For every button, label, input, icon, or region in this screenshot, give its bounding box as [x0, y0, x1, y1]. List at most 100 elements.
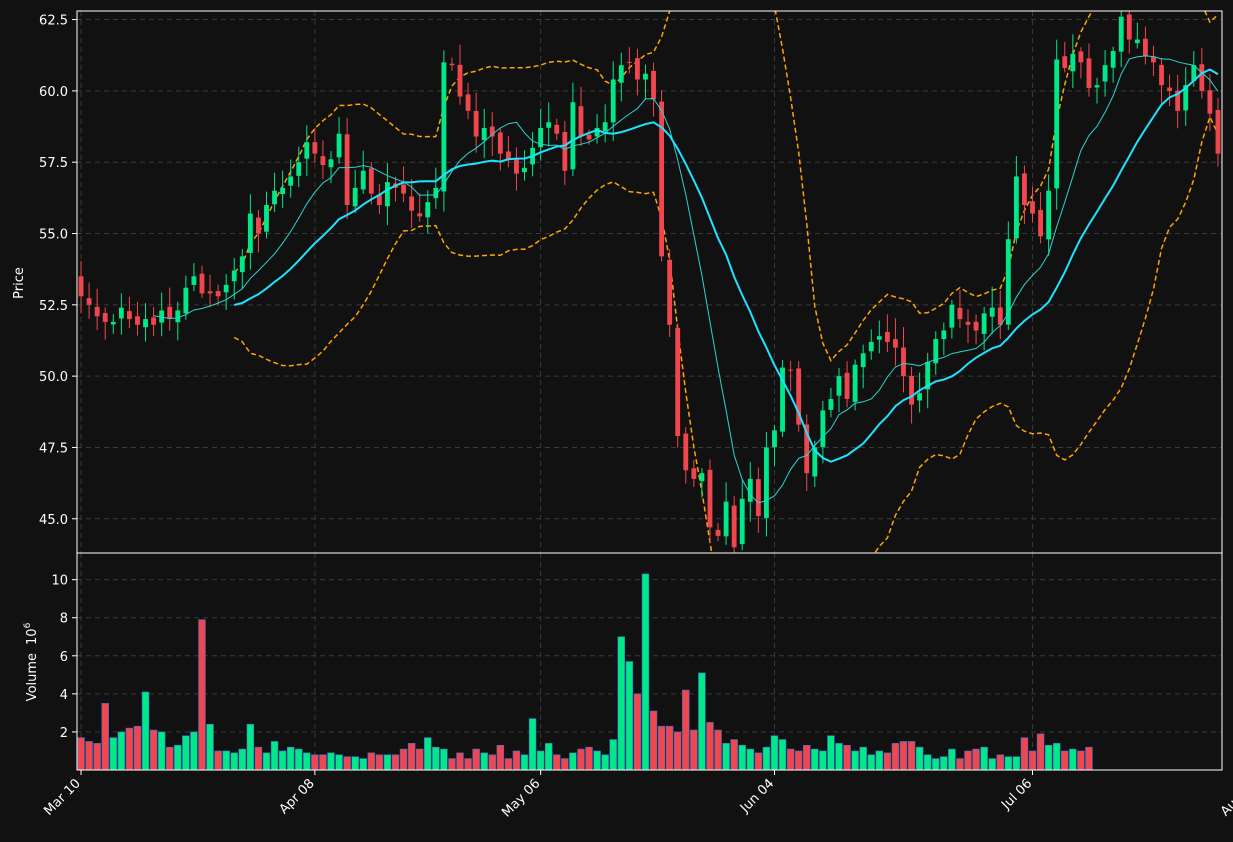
- candle-down: [675, 327, 681, 437]
- volume-bar: [415, 748, 424, 771]
- volume-bar: [827, 735, 835, 771]
- volume-bar: [77, 737, 85, 771]
- volume-bar: [536, 750, 545, 771]
- volume-bar: [480, 752, 488, 771]
- volume-bar: [762, 746, 771, 771]
- candle-up: [239, 256, 245, 273]
- candle-up: [110, 321, 116, 325]
- candle-down: [1215, 110, 1221, 154]
- volume-bar: [278, 750, 287, 771]
- volume-bar: [1052, 743, 1061, 771]
- candle-down: [465, 94, 471, 111]
- volume-bar: [867, 754, 875, 771]
- candle-up: [247, 213, 253, 253]
- candle-up: [360, 170, 366, 190]
- volume-bar: [585, 746, 593, 771]
- volume-bar: [262, 752, 271, 771]
- volume-axis-label-name: Volume: [25, 653, 40, 701]
- candle-up: [441, 62, 447, 192]
- candle-down: [94, 306, 100, 317]
- candle-down: [586, 134, 592, 140]
- volume-bar: [794, 750, 803, 771]
- candle-up: [1013, 176, 1019, 239]
- volume-bar: [819, 750, 827, 771]
- candle-up: [1102, 65, 1108, 82]
- candle-up: [143, 319, 148, 328]
- volume-bar: [448, 758, 456, 771]
- volume-bar: [851, 750, 859, 771]
- volume-bar: [456, 752, 464, 771]
- volume-bar: [198, 619, 206, 771]
- candle-up: [917, 393, 923, 401]
- volume-bar: [182, 735, 190, 771]
- volume-axis-label: Volume 106: [23, 622, 40, 701]
- candle-up: [328, 159, 334, 168]
- volume-bar: [1077, 750, 1085, 771]
- candle-down: [562, 132, 568, 171]
- volume-bar: [722, 743, 730, 771]
- volume-bar: [335, 754, 343, 771]
- volume-bar: [964, 750, 972, 771]
- volume-bar: [980, 746, 988, 771]
- volume-bar: [923, 754, 932, 771]
- price-tick-label: 50.0: [39, 370, 68, 385]
- volume-bar: [956, 758, 964, 771]
- volume-bar: [206, 724, 214, 771]
- volume-bar: [101, 703, 109, 771]
- candle-up: [820, 410, 826, 448]
- volume-bar: [778, 739, 787, 771]
- candle-up: [610, 79, 616, 123]
- volume-bar: [577, 748, 585, 771]
- volume-bar: [948, 748, 956, 771]
- candle-up: [481, 127, 487, 140]
- volume-bar: [883, 752, 892, 771]
- volume-bar: [383, 754, 392, 771]
- candle-up: [602, 122, 608, 132]
- candle-up: [1054, 59, 1060, 189]
- volume-bar: [286, 746, 295, 771]
- candle-down: [102, 313, 108, 322]
- volume-bar: [133, 725, 142, 771]
- volume-bar: [254, 746, 263, 771]
- candle-up: [352, 187, 358, 207]
- volume-bar: [553, 754, 561, 771]
- candle-down: [1062, 56, 1068, 69]
- candle-down: [1030, 201, 1035, 214]
- candle-down: [457, 64, 463, 97]
- volume-bar: [770, 735, 779, 771]
- volume-bar: [988, 758, 996, 771]
- volume-bar: [746, 748, 755, 771]
- volume-bar: [303, 752, 311, 771]
- candle-up: [296, 162, 302, 176]
- candle-up: [1046, 190, 1052, 240]
- candle-up: [723, 501, 729, 537]
- volume-bar: [1036, 733, 1045, 771]
- volume-bar: [399, 748, 408, 771]
- volume-bar: [593, 750, 601, 771]
- candle-down: [401, 184, 406, 194]
- candle-up: [739, 498, 745, 545]
- candle-down: [788, 369, 794, 371]
- volume-bar: [673, 731, 682, 771]
- volume-bar: [1028, 750, 1037, 771]
- volume-bar: [238, 748, 247, 771]
- candle-down: [167, 306, 173, 320]
- candle-down: [449, 63, 455, 66]
- volume-bar: [698, 672, 706, 771]
- stock-chart: 45.047.550.052.555.057.560.062.5 246810 …: [0, 0, 1233, 842]
- volume-bar: [972, 748, 980, 771]
- candle-up: [1118, 16, 1124, 52]
- volume-bar: [738, 744, 746, 771]
- candle-down: [312, 142, 318, 154]
- candle-up: [272, 190, 277, 205]
- volume-bar: [166, 746, 174, 771]
- candle-down: [893, 339, 898, 348]
- volume-bar: [85, 741, 93, 771]
- volume-bar: [625, 661, 634, 771]
- candle-up: [699, 473, 705, 482]
- candle-down: [1078, 51, 1084, 63]
- candle-down: [473, 111, 479, 137]
- volume-bar: [117, 731, 126, 771]
- volume-bar: [367, 752, 376, 771]
- volume-bar: [214, 750, 222, 771]
